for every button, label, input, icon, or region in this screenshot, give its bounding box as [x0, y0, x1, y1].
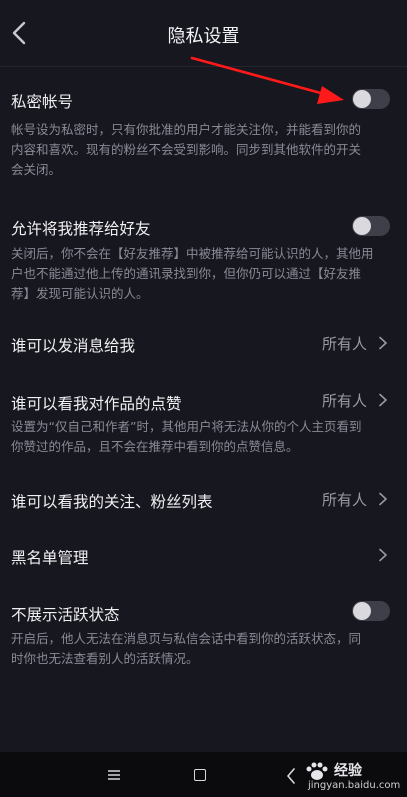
who-can-see-likes-value[interactable]: 所有人	[322, 390, 367, 411]
watermark-url: jingyan.baidu.com	[308, 780, 401, 791]
chevron-right-icon[interactable]	[378, 492, 388, 506]
watermark-title: 经验	[334, 763, 362, 779]
header-divider	[0, 66, 407, 67]
chevron-right-icon[interactable]	[378, 548, 388, 562]
header-bar: 隐私设置	[0, 0, 407, 66]
page-title: 隐私设置	[167, 26, 240, 47]
recent-apps-icon[interactable]	[108, 770, 120, 780]
recommend-to-friends-description: 关闭后，你不会在【好友推荐】中被推荐给可能认识的人，其他用 户也不能通过他上传的…	[11, 246, 374, 301]
baidu-jingyan-watermark: 经验 jingyan.baidu.com	[300, 760, 400, 794]
hide-activity-status-description: 开启后，他人无法在消息页与私信会话中看到你的活跃状态，同 时你也无法查看别人的活…	[11, 631, 362, 666]
who-can-message-row[interactable]: 谁可以发消息给我	[11, 334, 135, 356]
who-can-see-likes-row[interactable]: 谁可以看我对作品的点赞	[11, 392, 182, 414]
hide-activity-status-toggle[interactable]	[352, 601, 390, 621]
recommend-to-friends-toggle[interactable]	[352, 216, 390, 236]
home-icon[interactable]	[194, 769, 206, 781]
recommend-to-friends-label: 允许将我推荐给好友	[11, 220, 151, 238]
who-can-see-follows-value[interactable]: 所有人	[322, 489, 367, 510]
hide-activity-status-label: 不展示活跃状态	[11, 606, 120, 624]
chevron-right-icon[interactable]	[378, 336, 388, 350]
chevron-right-icon[interactable]	[378, 393, 388, 407]
private-account-toggle[interactable]	[352, 89, 390, 109]
who-can-message-value[interactable]: 所有人	[322, 333, 367, 354]
toggle-knob	[353, 602, 371, 620]
toggle-knob	[353, 217, 371, 235]
private-account-label: 私密帐号	[11, 93, 74, 111]
nav-back-icon[interactable]	[286, 768, 296, 784]
who-can-see-likes-description: 设置为“仅自己和作者”时，其他用户将无法从你的个人主页看到 你赞过的作品，且不会…	[11, 419, 362, 454]
toggle-knob	[353, 90, 371, 108]
private-account-description: 帐号设为私密时，只有你批准的用户才能关注你，并能看到你的 内容和喜欢。现有的粉丝…	[11, 122, 362, 177]
blacklist-row[interactable]: 黑名单管理	[11, 546, 89, 568]
who-can-see-follows-row[interactable]: 谁可以看我的关注、粉丝列表	[11, 490, 213, 512]
